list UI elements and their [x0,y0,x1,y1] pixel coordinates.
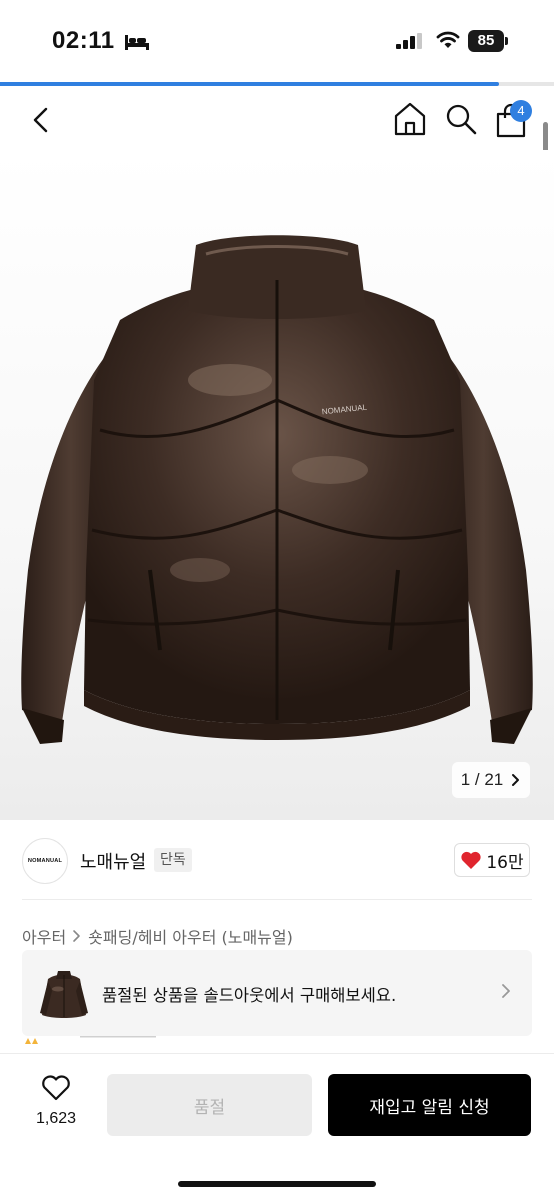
cart-count-badge: 4 [510,100,532,122]
home-icon[interactable] [393,101,427,137]
home-indicator [178,1181,376,1187]
chevron-right-icon [512,774,520,786]
restock-alert-button[interactable]: 재입고 알림 신청 [328,1074,531,1136]
exclusive-badge: 단독 [154,848,192,872]
chevron-right-icon [502,984,510,998]
brand-logo-text: NOMANUAL [27,858,63,864]
soldout-market-banner[interactable]: 품절된 상품을 솔드아웃에서 구매해보세요. [22,950,532,1036]
heart-outline-icon [42,1075,70,1101]
partial-rating-row [25,1036,156,1044]
product-image-gallery[interactable]: NOMANUAL [0,150,554,820]
brand-row: NOMANUAL 노매뉴얼 단독 16만 [0,836,554,884]
bottom-action-bar: 1,623 품절 재입고 알림 신청 [0,1053,554,1200]
breadcrumb-chevron-icon [73,930,80,942]
image-counter-text: 1 / 21 [460,770,504,789]
soldout-button: 품절 [107,1074,312,1136]
wifi-icon [436,31,460,48]
status-bar: 02:11 85 [0,0,554,82]
banner-product-thumbnail [40,971,88,1018]
section-divider [22,899,532,900]
top-nav [0,96,554,146]
breadcrumb: 아우터 숏패딩/헤비 아우터 (노매뉴얼) [22,924,293,948]
wishlist-button[interactable]: 1,623 [26,1074,86,1128]
heart-filled-icon [461,851,481,869]
brand-logo[interactable]: NOMANUAL [22,838,68,884]
cellular-signal-icon [396,33,422,49]
brand-name[interactable]: 노매뉴얼 [80,848,146,874]
page-load-progress [0,82,554,86]
product-image: NOMANUAL [21,235,533,744]
page-load-progress-fill [0,82,499,86]
battery-nub [505,37,508,45]
image-counter[interactable]: 1 / 21 [452,762,530,798]
breadcrumb-subcategory[interactable]: 숏패딩/헤비 아우터 (노매뉴얼) [88,924,293,948]
sleep-bed-icon [125,35,149,50]
brand-like-button[interactable]: 16만 [454,843,530,877]
back-arrow-icon[interactable] [26,104,58,136]
status-time: 02:11 [52,27,115,54]
battery-level: 85 [468,30,504,52]
brand-like-count: 16만 [486,852,524,873]
soldout-banner-text: 품절된 상품을 솔드아웃에서 구매해보세요. [102,986,397,1005]
wishlist-count: 1,623 [35,1110,77,1127]
breadcrumb-category[interactable]: 아우터 [22,924,66,948]
search-icon[interactable] [444,102,478,136]
